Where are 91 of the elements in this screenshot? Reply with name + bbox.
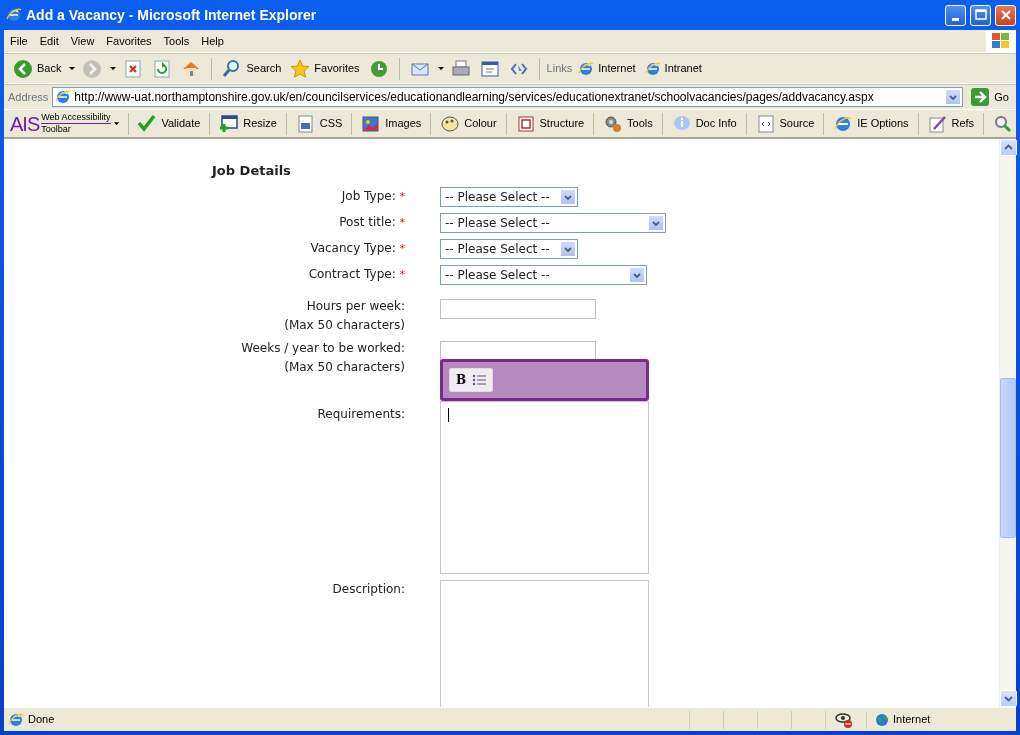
window-resize-icon xyxy=(219,113,240,134)
required-mark: * xyxy=(399,189,405,203)
browser-icon xyxy=(644,60,661,77)
field-note: (Max 50 characters) xyxy=(283,359,405,375)
scroll-down-icon[interactable] xyxy=(1004,694,1013,703)
structure-button[interactable]: Structure xyxy=(512,110,588,137)
resize-button[interactable]: Resize xyxy=(216,110,280,137)
field-label: Description: xyxy=(331,581,405,597)
url-text: http://www-uat.northamptonshire.gov.uk/en/councilservices/educationandlearning/services/educationextranet/schoolvacancies/pages/addvacancy.aspx xyxy=(74,89,874,106)
text-input[interactable] xyxy=(440,340,596,361)
star-icon xyxy=(290,58,311,79)
css-file-icon xyxy=(295,113,316,134)
toolbar-logo: AIS xyxy=(10,113,40,134)
link-button[interactable]: Internet xyxy=(575,55,639,82)
toolbar-logo-text: Web Accessibility xyxy=(41,112,111,124)
bullet-list-icon[interactable] xyxy=(472,372,487,387)
select-value: -- Please Select -- xyxy=(445,240,550,258)
source-icon xyxy=(755,113,776,134)
tools-button[interactable]: Tools xyxy=(600,110,656,137)
menu-item[interactable]: Edit xyxy=(33,32,65,50)
menu-item[interactable]: Help xyxy=(195,32,230,50)
colour-button[interactable]: Colour xyxy=(437,110,500,137)
browser-icon xyxy=(578,60,595,77)
select-field[interactable]: -- Please Select -- xyxy=(440,186,578,207)
required-mark: * xyxy=(399,267,405,281)
ieoptions-button[interactable]: IE Options xyxy=(830,110,912,137)
section-heading: Job Details xyxy=(212,162,292,180)
select-field[interactable]: -- Please Select -- xyxy=(440,212,666,233)
required-mark: * xyxy=(399,241,405,255)
menu-item[interactable]: Tools xyxy=(157,32,196,50)
caret-icon[interactable] xyxy=(68,64,77,73)
field-label: Post title: xyxy=(339,214,397,229)
source-button[interactable]: Source xyxy=(752,110,818,137)
refresh-icon xyxy=(152,58,173,79)
scrollbar-thumb[interactable] xyxy=(1000,378,1016,538)
required-mark: * xyxy=(399,215,405,229)
field-label: Contract Type: xyxy=(308,266,397,281)
field-label: Weeks / year to be worked: xyxy=(240,340,405,356)
select-value: -- Please Select -- xyxy=(445,266,550,284)
history-icon xyxy=(368,58,389,79)
page-icon xyxy=(8,711,24,728)
magnifier-icon xyxy=(993,113,1013,134)
field-label: Vacancy Type: xyxy=(310,240,397,255)
menu-item[interactable]: File xyxy=(4,32,34,50)
refs-button[interactable]: Refs xyxy=(924,110,978,137)
bold-button[interactable]: B xyxy=(456,370,467,389)
printer-icon xyxy=(450,58,471,79)
field-label: Job Type: xyxy=(341,188,397,203)
browser-icon xyxy=(6,7,22,23)
select-field[interactable]: -- Please Select -- xyxy=(440,238,578,259)
field-label: Requirements: xyxy=(316,406,405,422)
stop-icon xyxy=(123,58,144,79)
page-icon xyxy=(55,89,72,105)
maximize-icon xyxy=(973,8,988,22)
back-button[interactable]: Back xyxy=(10,55,65,82)
scroll-up-icon[interactable] xyxy=(1004,143,1013,152)
link-button[interactable]: Intranet xyxy=(641,55,705,82)
docinfo-button[interactable]: Doc Info xyxy=(668,110,740,137)
images-icon xyxy=(361,113,382,134)
select-value: -- Please Select -- xyxy=(445,214,550,232)
validate-button[interactable]: Validate xyxy=(134,110,204,137)
close-button[interactable] xyxy=(995,4,1016,26)
links-label: Links xyxy=(546,61,573,77)
go-button[interactable]: Go xyxy=(967,84,1012,110)
minimize-button[interactable] xyxy=(945,4,966,26)
text-input[interactable] xyxy=(440,298,596,319)
field-label: Hours per week: xyxy=(305,298,405,314)
status-text: Done xyxy=(28,712,56,728)
toolbar-logo-text: Toolbar xyxy=(41,124,72,135)
structure-icon xyxy=(515,113,536,134)
maximize-button[interactable] xyxy=(970,4,991,26)
minimize-icon xyxy=(952,17,959,21)
menu-item[interactable]: View xyxy=(64,32,101,50)
checkmark-icon xyxy=(137,113,158,134)
images-button[interactable]: Images xyxy=(358,110,425,137)
select-value: -- Please Select -- xyxy=(445,188,550,206)
caret-icon[interactable] xyxy=(436,64,445,73)
close-icon xyxy=(998,8,1013,22)
window-title: Add a Vacancy - Microsoft Internet Explorer xyxy=(26,5,318,25)
caret-icon[interactable] xyxy=(112,119,122,128)
select-field[interactable]: -- Please Select -- xyxy=(440,264,647,285)
text-cursor xyxy=(448,407,449,422)
field-note: (Max 50 characters) xyxy=(283,317,405,333)
address-label: Address xyxy=(8,89,49,105)
zone-text: Internet xyxy=(893,712,931,728)
menu-item[interactable]: Favorites xyxy=(100,32,158,50)
css-button[interactable]: CSS xyxy=(292,110,346,137)
globe-icon xyxy=(875,712,889,727)
search-button[interactable]: Search xyxy=(219,55,285,82)
favorites-button[interactable]: Favorites xyxy=(287,55,363,82)
address-field[interactable]: http://www-uat.northamptonshire.gov.uk/en/councilservices/educationandlearning/services/educationextranet/schoolvacancies/pages/addvacancy.aspx xyxy=(52,87,964,107)
